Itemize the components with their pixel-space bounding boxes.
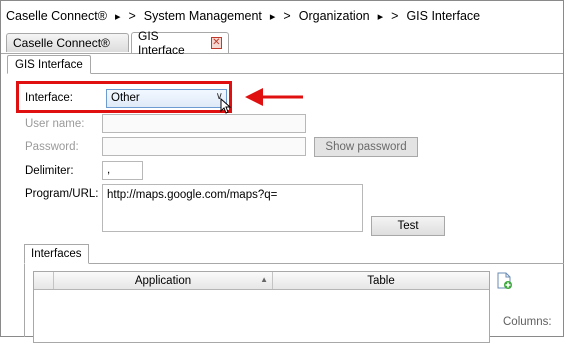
table-header: Application ▲ Table: [34, 272, 489, 290]
tab-label: Interfaces: [31, 248, 82, 260]
table-header-selector: [34, 272, 54, 289]
tab-gis-interface-inner[interactable]: GIS Interface: [7, 55, 91, 74]
tab-label: GIS Interface: [15, 58, 83, 71]
chevron-right-icon[interactable]: ▸: [270, 10, 276, 23]
interfaces-table: Application ▲ Table: [33, 271, 490, 343]
interfaces-group: Application ▲ Table Columns:: [24, 263, 564, 343]
tab-label: Caselle Connect®: [13, 36, 110, 50]
breadcrumb-item-organization[interactable]: Organization: [299, 9, 370, 23]
gis-interface-panel: GIS Interface Interface: Other ∨ User na…: [7, 55, 564, 343]
arrow-left-icon: [245, 88, 303, 106]
program-url-field[interactable]: http://maps.google.com/maps?q=: [102, 184, 363, 232]
program-url-label: Program/URL:: [25, 188, 99, 200]
breadcrumb-separator: >: [391, 9, 399, 23]
delimiter-field[interactable]: ,: [102, 161, 143, 180]
tab-interfaces[interactable]: Interfaces: [24, 244, 89, 264]
tab-gis-interface[interactable]: GIS Interface ✕: [131, 29, 229, 57]
username-label: User name:: [25, 118, 85, 130]
column-header-label: Table: [367, 274, 395, 287]
test-button[interactable]: Test: [371, 216, 445, 236]
column-header-application[interactable]: Application ▲: [54, 272, 273, 289]
document-tab-strip: Caselle Connect® GIS Interface ✕: [1, 29, 563, 57]
close-icon[interactable]: ✕: [210, 37, 222, 49]
breadcrumb-item-system-management[interactable]: System Management: [144, 9, 262, 23]
column-header-label: Application: [134, 274, 192, 287]
show-password-button[interactable]: Show password: [314, 137, 418, 157]
sort-ascending-icon: ▲: [260, 275, 268, 284]
columns-label: Columns:: [503, 316, 552, 328]
window-frame: Caselle Connect® ▸ > System Management ▸…: [0, 0, 564, 343]
password-label: Password:: [25, 141, 79, 153]
chevron-right-icon[interactable]: ▸: [378, 10, 384, 23]
breadcrumb-item-gis-interface: GIS Interface: [406, 9, 481, 23]
breadcrumb-item-caselle-connect[interactable]: Caselle Connect®: [6, 9, 107, 23]
breadcrumb-separator: >: [283, 9, 291, 23]
username-field[interactable]: [102, 114, 306, 133]
password-field[interactable]: [102, 137, 306, 156]
highlight-annotation-box: [16, 81, 232, 113]
breadcrumb: Caselle Connect® ▸ > System Management ▸…: [6, 6, 480, 26]
mouse-pointer-icon: [220, 98, 232, 114]
delimiter-label: Delimiter:: [25, 165, 74, 177]
tab-label: GIS Interface: [138, 29, 185, 57]
chevron-right-icon[interactable]: ▸: [115, 10, 121, 23]
tab-caselle-connect[interactable]: Caselle Connect®: [6, 33, 129, 52]
add-document-icon[interactable]: [497, 272, 513, 290]
breadcrumb-separator: >: [128, 9, 136, 23]
column-header-table[interactable]: Table: [273, 272, 489, 289]
